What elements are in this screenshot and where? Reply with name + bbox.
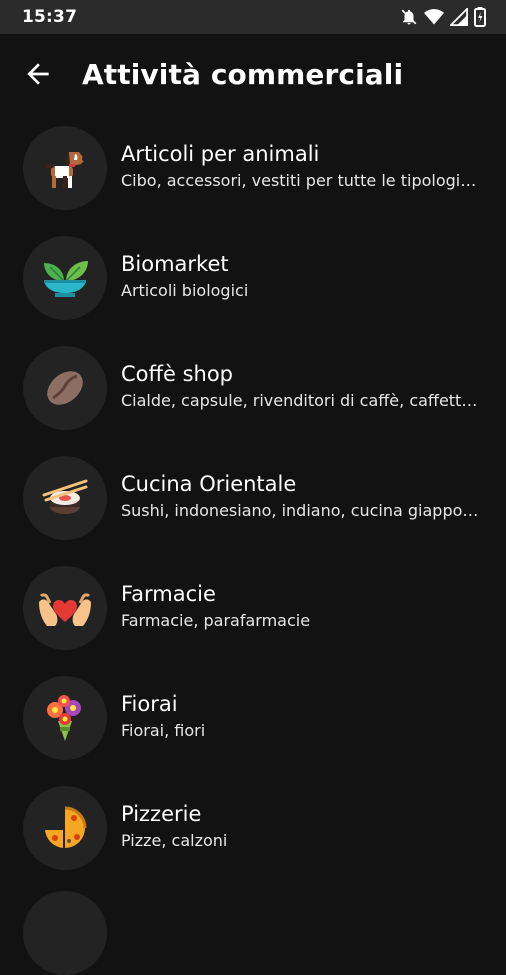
app-bar: Attività commerciali: [0, 34, 506, 114]
list-item-title: Cucina Orientale: [121, 472, 297, 496]
category-item-pizzerie[interactable]: Pizzerie Pizze, calzoni: [0, 774, 506, 884]
list-item-subtitle: Cialde, capsule, rivenditori di caffè, c…: [121, 391, 486, 410]
list-item-title: Coffè shop: [121, 362, 234, 386]
status-bar: 15:37: [0, 0, 506, 34]
list-item-text: Articoli per animali Cibo, accessori, ve…: [121, 142, 486, 190]
list-item-text: Fiorai Fiorai, fiori: [121, 692, 486, 740]
wifi-icon: [424, 8, 444, 26]
category-item-coffee-shop[interactable]: Coffè shop Cialde, capsule, rivenditori …: [0, 334, 506, 444]
status-time: 15:37: [22, 7, 78, 27]
list-item-subtitle: Articoli biologici: [121, 281, 249, 300]
list-item-text: Coffè shop Cialde, capsule, rivenditori …: [121, 362, 486, 410]
category-item-cucina-orientale[interactable]: Cucina Orientale Sushi, indonesiano, ind…: [0, 444, 506, 554]
list-item-text: Pizzerie Pizze, calzoni: [121, 802, 486, 850]
coffee-bean-icon: [23, 346, 107, 430]
category-item-biomarket[interactable]: Biomarket Articoli biologici: [0, 224, 506, 334]
pizza-icon: [23, 786, 107, 870]
list-item-title: Biomarket: [121, 252, 229, 276]
list-item-text: Biomarket Articoli biologici: [121, 252, 486, 300]
list-item-subtitle: Pizze, calzoni: [121, 831, 228, 850]
dog-icon: [23, 126, 107, 210]
category-item-farmacie[interactable]: Farmacie Farmacie, parafarmacie: [0, 554, 506, 664]
category-list: Articoli per animali Cibo, accessori, ve…: [0, 114, 506, 884]
status-icons: [400, 7, 486, 27]
signal-icon: [450, 8, 468, 26]
list-item-subtitle: Cibo, accessori, vestiti per tutte le ti…: [121, 171, 486, 190]
back-button[interactable]: [8, 44, 68, 104]
arrow-back-icon: [27, 63, 49, 85]
list-item-subtitle: Sushi, indonesiano, indiano, cucina giap…: [121, 501, 486, 520]
category-item-fiorai[interactable]: Fiorai Fiorai, fiori: [0, 664, 506, 774]
list-item-title: Fiorai: [121, 692, 178, 716]
hands-heart-icon: [23, 566, 107, 650]
list-item-title: Farmacie: [121, 582, 216, 606]
list-item-subtitle: Fiorai, fiori: [121, 721, 206, 740]
bell-off-icon: [400, 8, 418, 26]
plant-bowl-icon: [23, 236, 107, 320]
category-item-partial[interactable]: [23, 891, 107, 975]
page-title: Attività commerciali: [82, 57, 404, 91]
list-item-title: Pizzerie: [121, 802, 202, 826]
list-item-text: Cucina Orientale Sushi, indonesiano, ind…: [121, 472, 486, 520]
battery-icon: [474, 7, 486, 27]
sushi-icon: [23, 456, 107, 540]
list-item-subtitle: Farmacie, parafarmacie: [121, 611, 311, 630]
list-item-title: Articoli per animali: [121, 142, 320, 166]
list-item-text: Farmacie Farmacie, parafarmacie: [121, 582, 486, 630]
category-item-articoli-per-animali[interactable]: Articoli per animali Cibo, accessori, ve…: [0, 114, 506, 224]
flower-bouquet-icon: [23, 676, 107, 760]
